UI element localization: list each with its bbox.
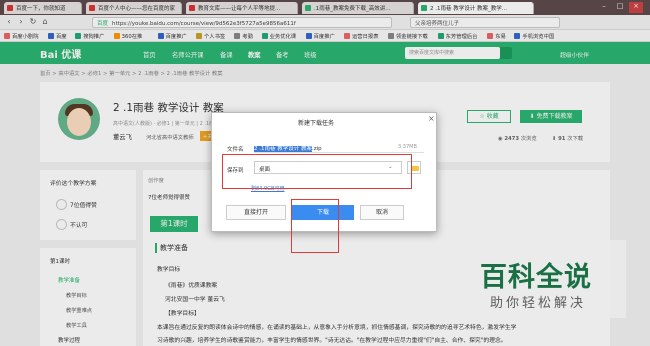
dialog-title: 新建下载任务 bbox=[298, 120, 335, 127]
filename-ext: .zip bbox=[312, 146, 322, 152]
file-size: 3.37MB bbox=[398, 144, 417, 150]
highlight-annotation bbox=[222, 154, 412, 189]
highlight-annotation bbox=[291, 199, 339, 253]
filename-selected: 2 .1雨巷 教学设计 教案 bbox=[254, 146, 312, 152]
filename-label: 文件名 bbox=[227, 147, 244, 153]
cancel-button[interactable]: 取消 bbox=[360, 205, 404, 220]
open-directly-button[interactable]: 直接打开 bbox=[226, 205, 286, 220]
folder-icon bbox=[411, 166, 419, 171]
close-icon[interactable]: × bbox=[428, 114, 435, 123]
